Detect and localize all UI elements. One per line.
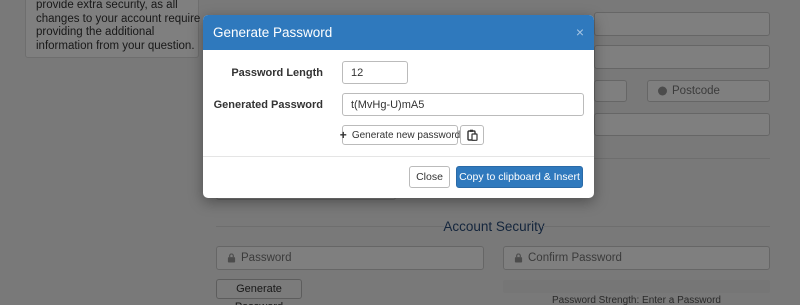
password-length-input[interactable] xyxy=(342,61,408,84)
generate-new-password-label: Generate new password xyxy=(351,129,461,141)
password-length-label: Password Length xyxy=(231,67,323,79)
close-icon[interactable]: × xyxy=(576,25,584,39)
copy-and-insert-button[interactable]: Copy to clipboard & Insert xyxy=(456,166,583,188)
clipboard-icon xyxy=(466,129,478,141)
plus-icon: + xyxy=(339,128,347,142)
modal-header: Generate Password × xyxy=(203,15,594,50)
close-button[interactable]: Close xyxy=(409,166,450,188)
modal-title: Generate Password xyxy=(213,25,333,40)
generate-new-password-button[interactable]: + Generate new password xyxy=(339,125,461,145)
generated-password-input[interactable] xyxy=(342,93,584,116)
modal-footer-divider xyxy=(203,156,594,157)
generate-password-modal: Generate Password × Password Length Gene… xyxy=(203,15,594,198)
copy-to-clipboard-button[interactable] xyxy=(460,125,484,145)
generated-password-label: Generated Password xyxy=(213,99,323,111)
